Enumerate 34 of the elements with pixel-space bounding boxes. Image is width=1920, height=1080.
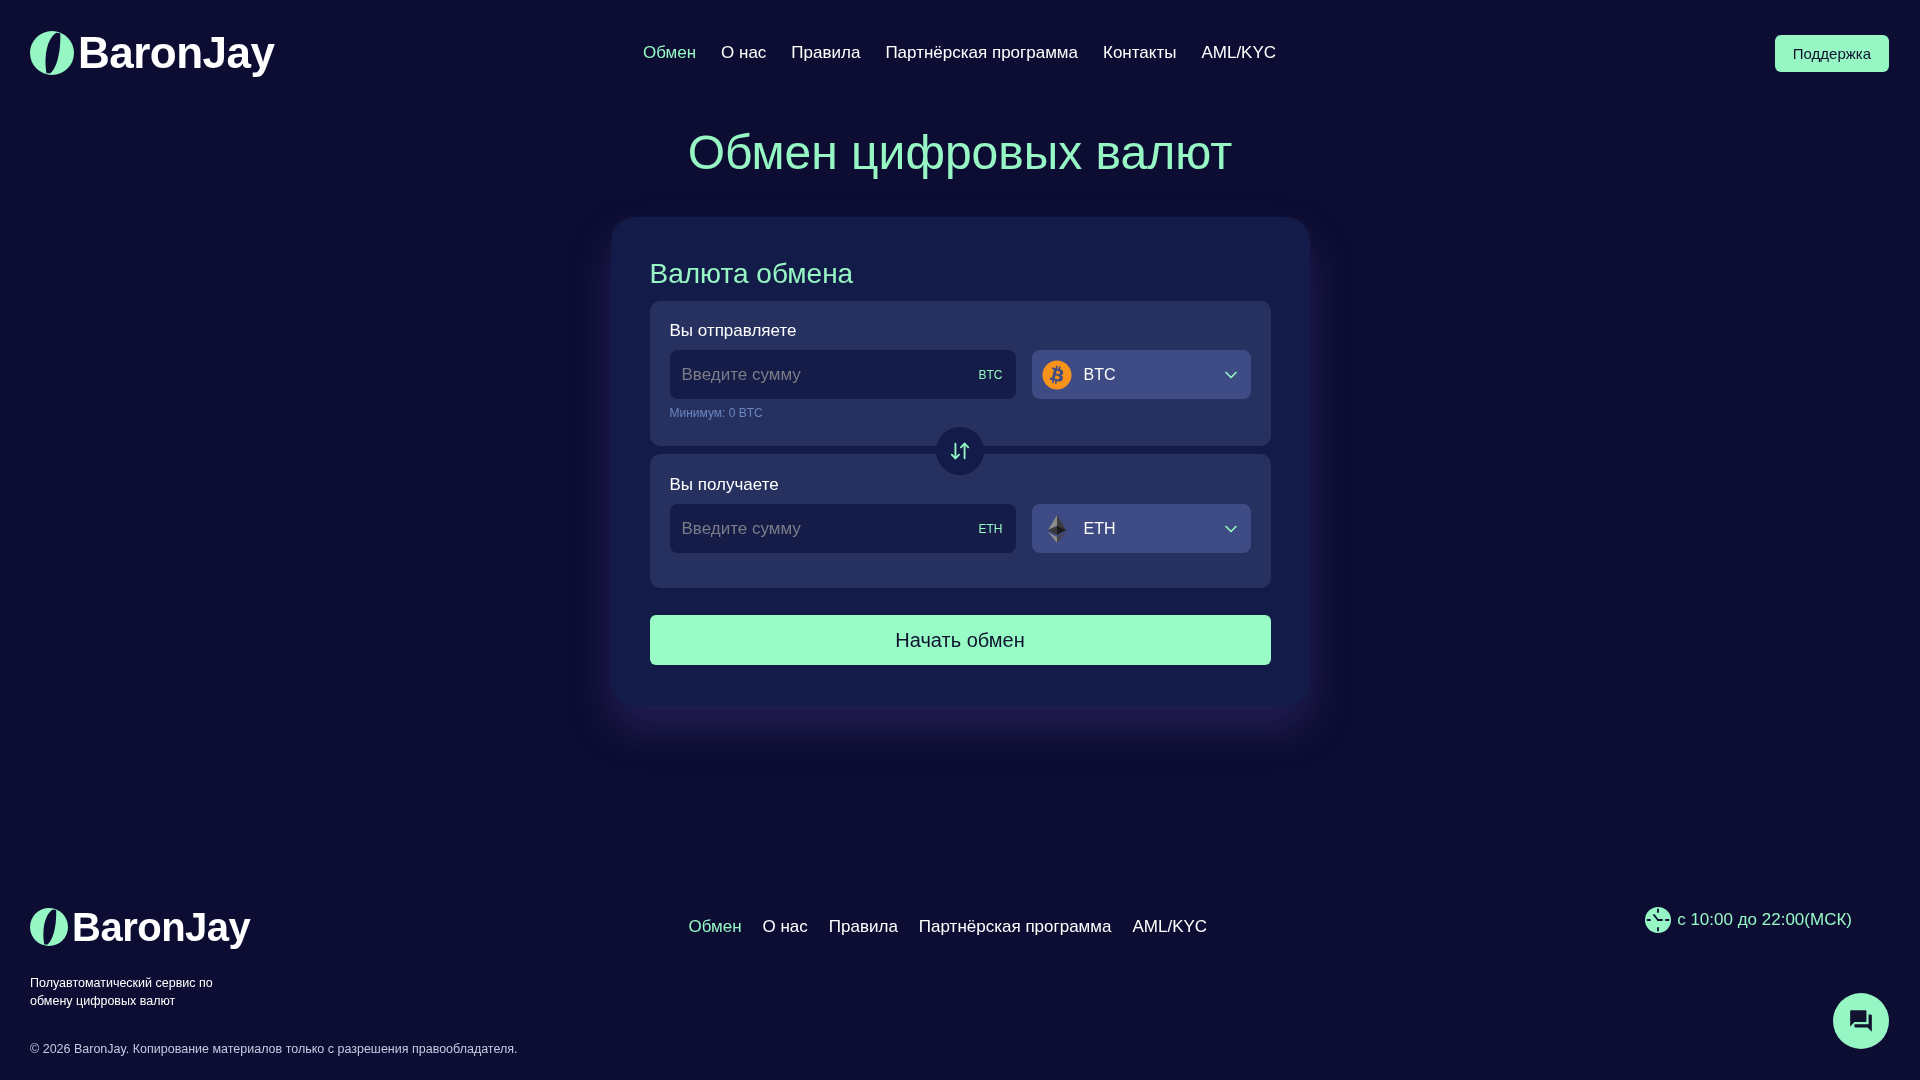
clock-icon bbox=[1645, 907, 1672, 933]
chat-bubbles-icon bbox=[1848, 1008, 1874, 1034]
chat-button[interactable] bbox=[1833, 993, 1889, 1049]
bitcoin-icon bbox=[1041, 359, 1072, 390]
nav-link[interactable]: Обмен bbox=[642, 42, 697, 64]
panel-label: Вы получаете bbox=[669, 475, 780, 495]
currency-select[interactable]: ETH bbox=[1031, 504, 1251, 553]
panel-label: Вы отправляете bbox=[669, 321, 798, 341]
brand-name: BaronJay bbox=[72, 905, 251, 949]
footer-description: Полуавтоматический сервис по обмену цифровых валют bbox=[30, 975, 214, 1010]
logo-mark-icon bbox=[30, 908, 68, 946]
nav-link[interactable]: О нас bbox=[721, 42, 767, 64]
minimum-note: Минимум: 0 BTC bbox=[669, 406, 764, 420]
nav-link[interactable]: AML/KYC bbox=[1201, 42, 1277, 64]
card-heading: Валюта обмена bbox=[649, 257, 855, 291]
nav-link[interactable]: Правила bbox=[791, 42, 861, 64]
currency-select[interactable]: BTC bbox=[1031, 350, 1251, 399]
nav-link[interactable]: Партнёрская программа bbox=[885, 42, 1078, 64]
support-button[interactable]: Поддержка bbox=[1774, 34, 1889, 72]
footer-nav-link[interactable]: Правила bbox=[828, 916, 898, 938]
footer-nav-link[interactable]: Обмен bbox=[688, 916, 742, 938]
swap-arrows-icon bbox=[949, 440, 971, 462]
logo-mark-icon bbox=[30, 31, 74, 75]
unit-label: ETH bbox=[978, 521, 1003, 536]
copyright-text: © 2026 BaronJay. Копирование материалов только с разрешения правообладателя. bbox=[30, 1041, 519, 1058]
page-title: Обмен цифровых валют bbox=[687, 125, 1233, 181]
working-hours: с 10:00 до 22:00(МСК) bbox=[1677, 909, 1852, 931]
footer-nav-link[interactable]: О нас bbox=[762, 916, 808, 938]
start-exchange-button[interactable]: Начать обмен bbox=[649, 615, 1271, 665]
footer-nav-link[interactable]: Партнёрская программа bbox=[918, 916, 1112, 938]
brand-name: BaronJay bbox=[78, 28, 275, 78]
unit-label: BTC bbox=[978, 367, 1003, 382]
nav-link[interactable]: Контакты bbox=[1103, 42, 1177, 64]
footer-nav-link[interactable]: AML/KYC bbox=[1132, 916, 1208, 938]
